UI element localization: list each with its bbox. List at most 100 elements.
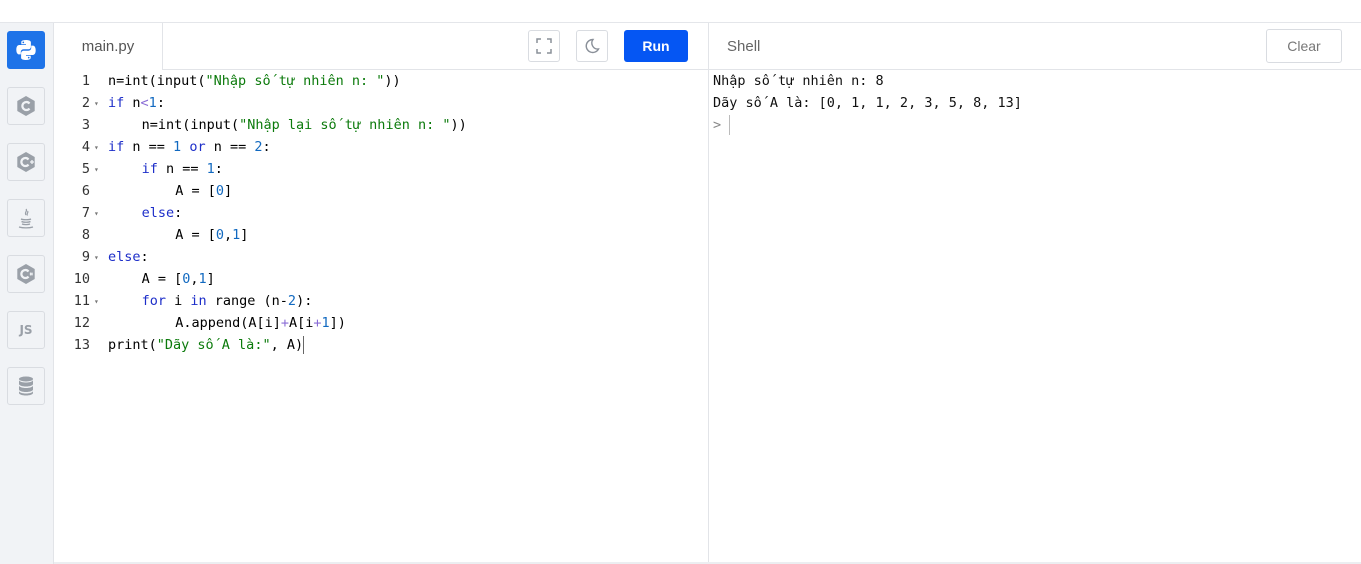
code-token: ,: [190, 271, 199, 287]
language-sidebar: JS: [0, 23, 54, 564]
line-number: 1: [81, 73, 90, 89]
code-line[interactable]: 9 ▾ else:: [54, 246, 708, 268]
line-number: 11: [73, 293, 90, 309]
code-line[interactable]: 13 print("Dãy số A là:", A): [54, 334, 708, 356]
shell-input-line[interactable]: >: [713, 114, 731, 136]
code-token: n ==: [124, 139, 174, 155]
code-line[interactable]: 10 A = [0,1]: [54, 268, 708, 290]
fold-toggle-icon[interactable]: ▾: [91, 165, 108, 174]
code-line[interactable]: 4 ▾ if n == 1 or n == 2:: [54, 136, 708, 158]
fullscreen-button[interactable]: [528, 30, 560, 62]
code-token: A = [: [175, 183, 216, 199]
shell-title: Shell: [727, 38, 761, 55]
code-line[interactable]: 3 n=int(input("Nhập lại số tự nhiên n: ")…: [54, 114, 708, 136]
code-token: or: [189, 139, 206, 155]
code-token: :: [156, 95, 165, 111]
shell-output[interactable]: Nhập số tự nhiên n: 8 Dãy số A là: [0, 1…: [709, 70, 1361, 564]
sidebar-item-python[interactable]: [7, 31, 45, 69]
code-line[interactable]: 2 ▾ if n<1:: [54, 92, 708, 114]
code-token: :: [262, 139, 271, 155]
code-token: ,: [223, 227, 233, 243]
line-number: 3: [81, 117, 90, 133]
sidebar-item-c[interactable]: [7, 87, 45, 125]
database-icon: [19, 376, 33, 396]
code-line[interactable]: 7 ▾ else:: [54, 202, 708, 224]
top-bar: [0, 0, 1361, 23]
code-line[interactable]: 12 A.append(A[i]+A[i+1]): [54, 312, 708, 334]
code-token: if: [108, 95, 125, 111]
code-token: +: [280, 315, 289, 331]
code-line[interactable]: 5 ▾ if n == 1:: [54, 158, 708, 180]
file-tab-main[interactable]: main.py: [54, 23, 163, 70]
code-token: range (n-: [206, 293, 288, 309]
code-token: i: [165, 293, 191, 309]
code-token: 1: [198, 271, 207, 287]
code-text: A = [0]: [108, 183, 232, 199]
fold-toggle-icon[interactable]: ▾: [91, 297, 108, 306]
code-text: print("Dãy số A là:", A): [108, 336, 305, 354]
code-token: 1: [148, 95, 157, 111]
sidebar-item-csharp[interactable]: [7, 255, 45, 293]
shell-cursor: [729, 115, 731, 135]
code-text: n=int(input("Nhập lại số tự nhiên n: ")): [108, 117, 467, 133]
fold-toggle-icon[interactable]: ▾: [91, 253, 108, 262]
sidebar-item-cpp[interactable]: [7, 143, 45, 181]
code-line[interactable]: 6 A = [0]: [54, 180, 708, 202]
dark-mode-button[interactable]: [576, 30, 608, 62]
fold-toggle-icon[interactable]: ▾: [91, 143, 108, 152]
code-line[interactable]: 1 n=int(input("Nhập số tự nhiên n: ")): [54, 70, 708, 92]
code-text: A = [0,1]: [108, 227, 248, 243]
code-token: :: [140, 249, 149, 265]
code-token: if: [108, 139, 125, 155]
line-number: 4: [81, 139, 90, 155]
code-token: ]): [329, 315, 346, 331]
code-token: :: [214, 161, 223, 177]
code-text: if n == 1:: [108, 161, 223, 177]
code-token: n: [124, 95, 141, 111]
code-token: A = [: [141, 271, 183, 287]
line-number: 6: [81, 183, 90, 199]
sidebar-item-database[interactable]: [7, 367, 45, 405]
code-token: 1: [321, 315, 330, 331]
sidebar-item-java[interactable]: [7, 199, 45, 237]
clear-button[interactable]: Clear: [1266, 29, 1342, 63]
sidebar-item-js[interactable]: JS: [7, 311, 45, 349]
shell-output-line: Dãy số A là: [0, 1, 1, 2, 3, 5, 8, 13]: [713, 95, 1022, 111]
cpp-icon: [17, 152, 35, 172]
shell-output-line: Nhập số tự nhiên n: 8: [713, 73, 884, 89]
code-token: for: [141, 293, 166, 309]
code-token: print(: [108, 337, 157, 353]
code-token: +: [313, 315, 322, 331]
code-editor[interactable]: 1 n=int(input("Nhập số tự nhiên n: ")) 2 ▾ i…: [54, 70, 708, 564]
code-token: )): [450, 117, 467, 133]
line-number: 2: [81, 95, 90, 111]
code-token: 1: [206, 161, 215, 177]
code-token: A = [: [175, 227, 216, 243]
code-token: )): [384, 73, 401, 89]
code-line[interactable]: 11 ▾ for i in range (n-2):: [54, 290, 708, 312]
fold-toggle-icon[interactable]: ▾: [91, 99, 108, 108]
code-token: "Nhập số tự nhiên n: ": [205, 73, 385, 89]
line-number: 10: [73, 271, 90, 287]
csharp-icon: [17, 264, 35, 284]
code-token: 0: [215, 183, 224, 199]
code-text: A = [0,1]: [108, 271, 215, 287]
code-token: A.append(A[i]: [175, 315, 281, 331]
code-token: A[i: [289, 315, 314, 331]
code-token: "Nhập lại số tự nhiên n: ": [239, 117, 451, 133]
moon-icon: [585, 38, 600, 54]
code-token: 2: [254, 139, 263, 155]
run-button[interactable]: Run: [624, 30, 688, 62]
fold-toggle-icon[interactable]: ▾: [91, 209, 108, 218]
code-text: else:: [108, 249, 149, 265]
code-token: n=int(input(: [108, 73, 206, 89]
line-number: 5: [81, 161, 90, 177]
code-text: A.append(A[i]+A[i+1]): [108, 315, 346, 331]
code-line[interactable]: 8 A = [0,1]: [54, 224, 708, 246]
code-token: ]: [223, 183, 233, 199]
text-cursor: [303, 336, 305, 354]
python-icon: [16, 40, 36, 60]
code-token: 1: [173, 139, 182, 155]
shell-header: Shell Clear: [709, 23, 1361, 70]
code-token: , A): [270, 337, 304, 353]
